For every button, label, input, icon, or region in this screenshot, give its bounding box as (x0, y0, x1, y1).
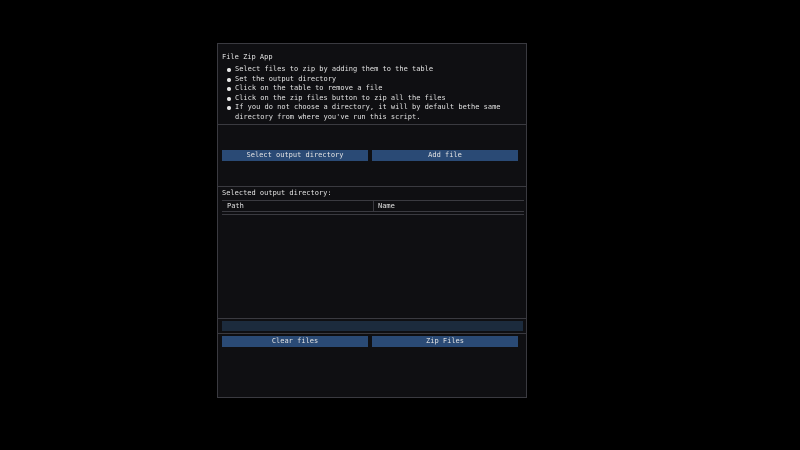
instruction-item: If you do not choose a directory, it wil… (226, 103, 522, 122)
column-header-name[interactable]: Name (373, 201, 524, 212)
select-output-directory-button[interactable]: Select output directory (222, 150, 368, 161)
zip-progress-bar (222, 321, 523, 331)
zip-files-button[interactable]: Zip Files (372, 336, 518, 347)
instruction-item: Click on the zip files button to zip all… (226, 94, 522, 104)
window-title: File Zip App (222, 53, 273, 61)
files-table-body[interactable] (222, 215, 524, 317)
file-zip-window: File Zip App Select files to zip by addi… (217, 43, 527, 398)
separator (218, 124, 526, 125)
instruction-item: Set the output directory (226, 75, 522, 85)
instruction-item: Click on the table to remove a file (226, 84, 522, 94)
separator (218, 318, 526, 319)
instruction-item: Select files to zip by adding them to th… (226, 65, 522, 75)
clear-files-button[interactable]: Clear files (222, 336, 368, 347)
separator (218, 333, 526, 334)
files-table-header: Path Name (222, 200, 524, 212)
add-file-button[interactable]: Add file (372, 150, 518, 161)
output-directory-label: Selected output directory: (222, 189, 332, 197)
column-header-path[interactable]: Path (222, 201, 373, 212)
separator (218, 186, 526, 187)
instructions-list: Select files to zip by adding them to th… (226, 65, 522, 123)
